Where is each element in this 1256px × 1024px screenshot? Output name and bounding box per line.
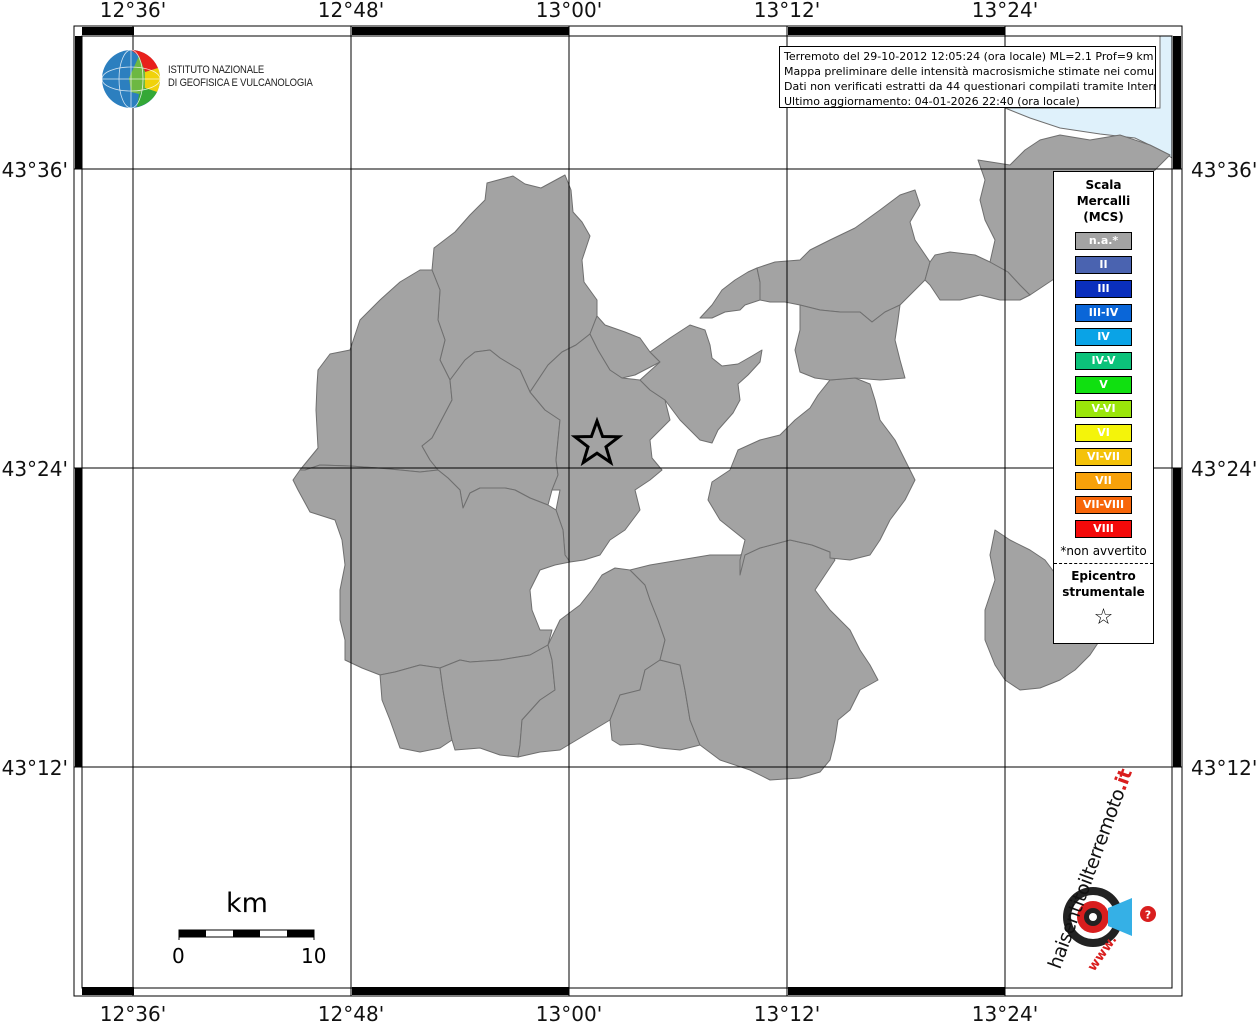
scale-start: 0 — [172, 944, 185, 968]
lat-label-right: 43°12' — [1191, 756, 1256, 780]
lon-label-bottom: 13°24' — [972, 1002, 1038, 1024]
municipality — [756, 189, 931, 323]
legend-title-line: Mercalli — [1076, 194, 1131, 208]
legend-item: n.a.* — [1075, 232, 1132, 250]
legend-items: n.a.* II III III-IV IV IV-V V V-VI VI VI-VII VII VI… — [1054, 232, 1153, 538]
lon-label-top: 12°48' — [318, 0, 384, 22]
ingv-name-line2: DI GEOFISICA E VULCANOLOGIA — [168, 77, 313, 89]
legend-item: IV — [1075, 328, 1132, 346]
info-line-update: Ultimo aggiornamento: 04-01-2026 22:40 (… — [784, 95, 1080, 108]
legend-item: IV-V — [1075, 352, 1132, 370]
legend-item: III-IV — [1075, 304, 1132, 322]
lon-label-top: 12°36' — [100, 0, 166, 22]
lat-label-left: 43°24' — [2, 457, 68, 481]
info-line-map: Mappa preliminare delle intensità macros… — [784, 65, 1156, 78]
legend-item: VI-VII — [1075, 448, 1132, 466]
municipalities — [292, 134, 1171, 781]
ingv-name: ISTITUTO NAZIONALE DI GEOFISICA E VULCAN… — [168, 64, 336, 90]
legend-item: VII-VIII — [1075, 496, 1132, 514]
lat-label-left: 43°36' — [2, 158, 68, 182]
earthquake-info-box: Terremoto del 29-10-2012 12:05:24 (ora l… — [779, 46, 1156, 108]
legend-item: VII — [1075, 472, 1132, 490]
legend-title: Scala Mercalli (MCS) — [1054, 177, 1153, 225]
lon-label-bottom: 12°36' — [100, 1002, 166, 1024]
legend-epicenter-line: strumentale — [1062, 585, 1145, 599]
legend-epicenter-line: Epicentro — [1071, 569, 1136, 583]
info-line-data: Dati non verificati estratti da 44 quest… — [784, 80, 1156, 93]
lon-label-bottom: 12°48' — [318, 1002, 384, 1024]
lat-label-left: 43°12' — [2, 756, 68, 780]
lon-label-bottom: 13°00' — [536, 1002, 602, 1024]
scale-unit: km — [226, 888, 268, 919]
hsit-logo: ? haisentitoilterremoto.it www. — [1044, 766, 1156, 974]
svg-text:?: ? — [1145, 909, 1151, 922]
legend-item: V-VI — [1075, 400, 1132, 418]
scale-bar — [178, 929, 315, 940]
scale-end: 10 — [301, 944, 327, 968]
ingv-name-line1: ISTITUTO NAZIONALE — [168, 64, 265, 76]
lat-label-right: 43°36' — [1191, 158, 1256, 182]
legend-item: VI — [1075, 424, 1132, 442]
ingv-globe-icon — [101, 49, 161, 109]
lon-label-top: 13°00' — [536, 0, 602, 22]
legend-item: VIII — [1075, 520, 1132, 538]
legend-epicenter-label: Epicentro strumentale — [1054, 568, 1153, 600]
mcs-legend: Scala Mercalli (MCS) n.a.* II III III-IV IV I… — [1053, 171, 1154, 644]
municipality — [794, 304, 906, 381]
legend-item: V — [1075, 376, 1132, 394]
lat-label-right: 43°24' — [1191, 457, 1256, 481]
legend-note: *non avvertito — [1060, 544, 1147, 558]
legend-divider — [1054, 563, 1153, 564]
legend-title-line: (MCS) — [1083, 210, 1124, 224]
legend-item: II — [1075, 256, 1132, 274]
lon-label-top: 13°24' — [972, 0, 1038, 22]
lon-label-bottom: 13°12' — [754, 1002, 820, 1024]
municipality — [699, 267, 761, 319]
info-line-event: Terremoto del 29-10-2012 12:05:24 (ora l… — [784, 50, 1154, 63]
legend-star-icon: ☆ — [1093, 605, 1114, 630]
legend-title-line: Scala — [1085, 178, 1122, 192]
legend-item: III — [1075, 280, 1132, 298]
lon-label-top: 13°12' — [754, 0, 820, 22]
